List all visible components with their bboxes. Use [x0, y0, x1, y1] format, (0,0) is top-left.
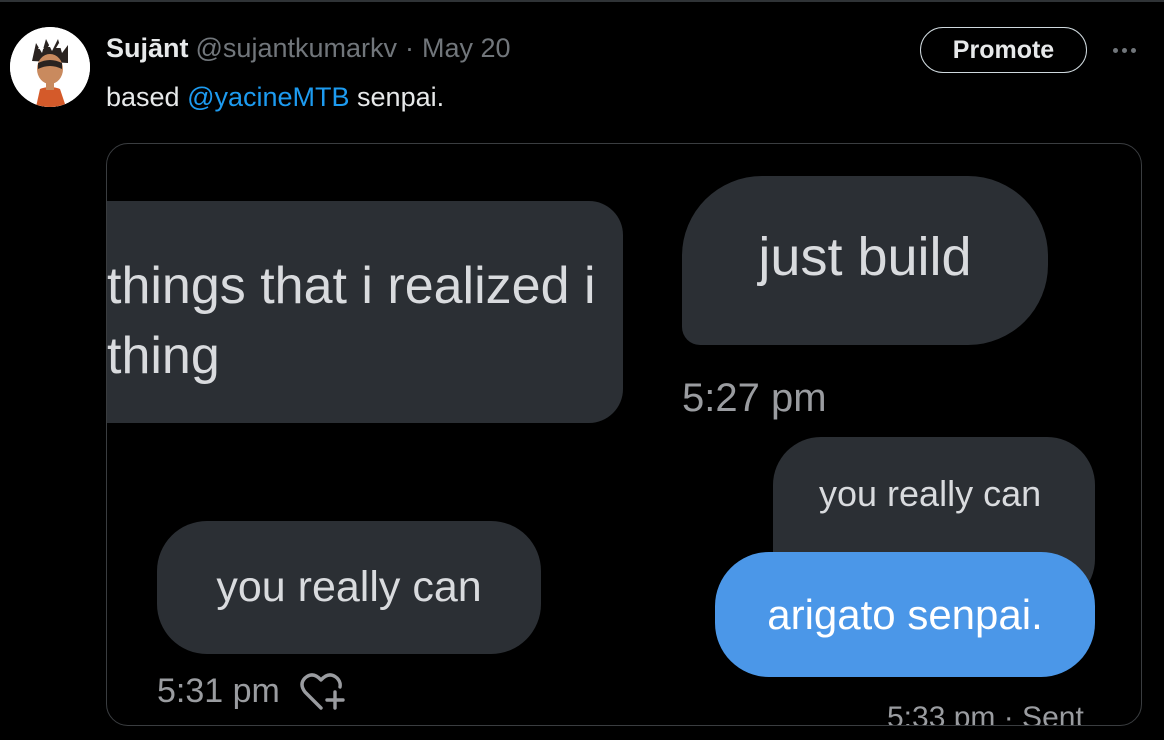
message-timestamp: 5:31 pm [157, 672, 280, 710]
chat-bubble-sent-2: arigato senpai. [715, 552, 1095, 677]
tweet-text-end: senpai. [349, 82, 445, 112]
avatar-image [10, 27, 90, 107]
tweet-date[interactable]: May 20 [422, 33, 511, 64]
header-separator: · [405, 32, 414, 63]
tweet-text-start: based [106, 82, 188, 112]
message-timestamp: 5:27 pm [682, 376, 827, 420]
author-name[interactable]: Sujānt [106, 33, 189, 64]
top-divider [0, 0, 1164, 2]
chat-bubble-received-2: you really can [157, 521, 541, 654]
chat-bubble-received-1: things that i realized i thing [107, 201, 623, 423]
avatar[interactable] [10, 27, 90, 107]
bubble-line-2: thing [107, 327, 220, 385]
mention-link[interactable]: @yacineMTB [187, 82, 349, 112]
more-icon[interactable] [1106, 36, 1142, 64]
bubble-text: you really can [819, 473, 1042, 514]
chat-bubble-sent-1: just build [682, 176, 1048, 345]
promote-button[interactable]: Promote [920, 27, 1087, 73]
bubble-text: arigato senpai. [767, 590, 1043, 638]
bubble-text: you really can [216, 563, 482, 611]
heart-plus-icon [299, 670, 349, 714]
bubble-text: just build [758, 226, 972, 287]
author-handle[interactable]: @sujantkumarkv [196, 33, 397, 64]
tweet-header: Sujānt @sujantkumarkv · May 20 [106, 30, 511, 66]
tweet-media-image[interactable]: things that i realized i thing just buil… [106, 143, 1142, 726]
tweet-text: based @yacineMTB senpai. [106, 82, 444, 113]
bubble-line-1: things that i realized i [107, 257, 596, 315]
message-timestamp-sent: 5:33 pm · Sent [887, 701, 1084, 726]
